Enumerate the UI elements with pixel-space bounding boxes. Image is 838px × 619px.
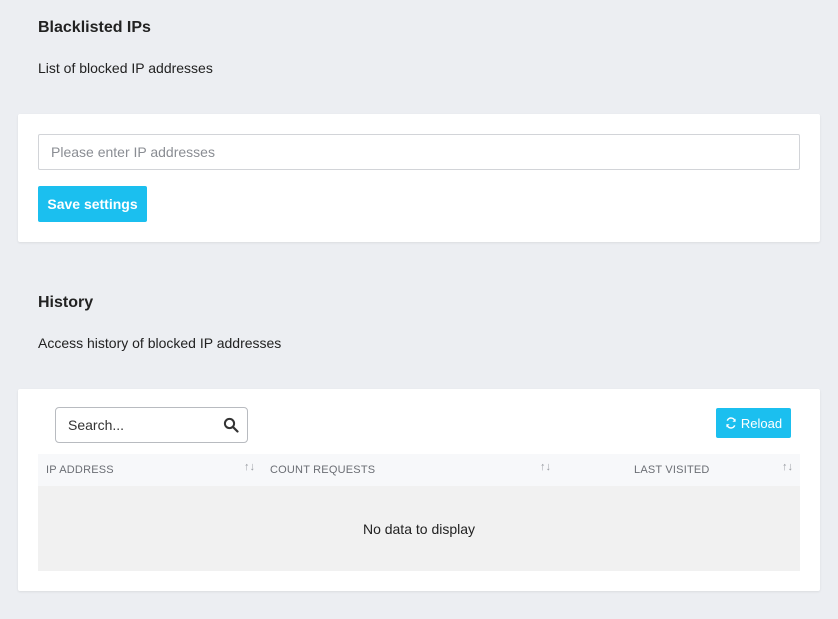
search-box — [55, 407, 248, 443]
column-label: LAST VISITED — [634, 464, 710, 476]
reload-button[interactable]: Reload — [716, 408, 791, 438]
refresh-icon — [726, 417, 736, 429]
table-header: IP ADDRESS ↑↓ COUNT REQUESTS ↑↓ LAST VIS… — [38, 454, 800, 486]
sort-arrows-icon[interactable]: ↑↓ — [244, 461, 255, 473]
sort-arrows-icon[interactable]: ↑↓ — [540, 461, 551, 473]
column-header-last-visited[interactable]: LAST VISITED — [634, 454, 774, 486]
empty-table-placeholder: No data to display — [38, 486, 800, 571]
blacklist-card: Save settings — [18, 114, 820, 242]
column-label: COUNT REQUESTS — [270, 464, 376, 476]
column-header-count-requests[interactable]: COUNT REQUESTS — [270, 454, 560, 486]
history-description: Access history of blocked IP addresses — [38, 335, 282, 351]
history-title: History — [38, 294, 94, 311]
column-label: IP ADDRESS — [46, 464, 114, 476]
history-card: Reload IP ADDRESS ↑↓ COUNT REQUESTS ↑↓ L… — [18, 389, 820, 591]
blacklist-description: List of blocked IP addresses — [38, 60, 213, 76]
save-settings-button[interactable]: Save settings — [38, 186, 147, 222]
sort-arrows-icon[interactable]: ↑↓ — [782, 461, 793, 473]
ip-addresses-input[interactable] — [38, 134, 800, 170]
empty-message: No data to display — [362, 520, 476, 537]
search-input[interactable] — [56, 408, 216, 442]
column-header-ip-address[interactable]: IP ADDRESS — [46, 454, 262, 486]
search-icon[interactable] — [223, 417, 239, 433]
blacklist-title: Blacklisted IPs — [38, 19, 151, 36]
reload-label: Reload — [740, 415, 783, 431]
